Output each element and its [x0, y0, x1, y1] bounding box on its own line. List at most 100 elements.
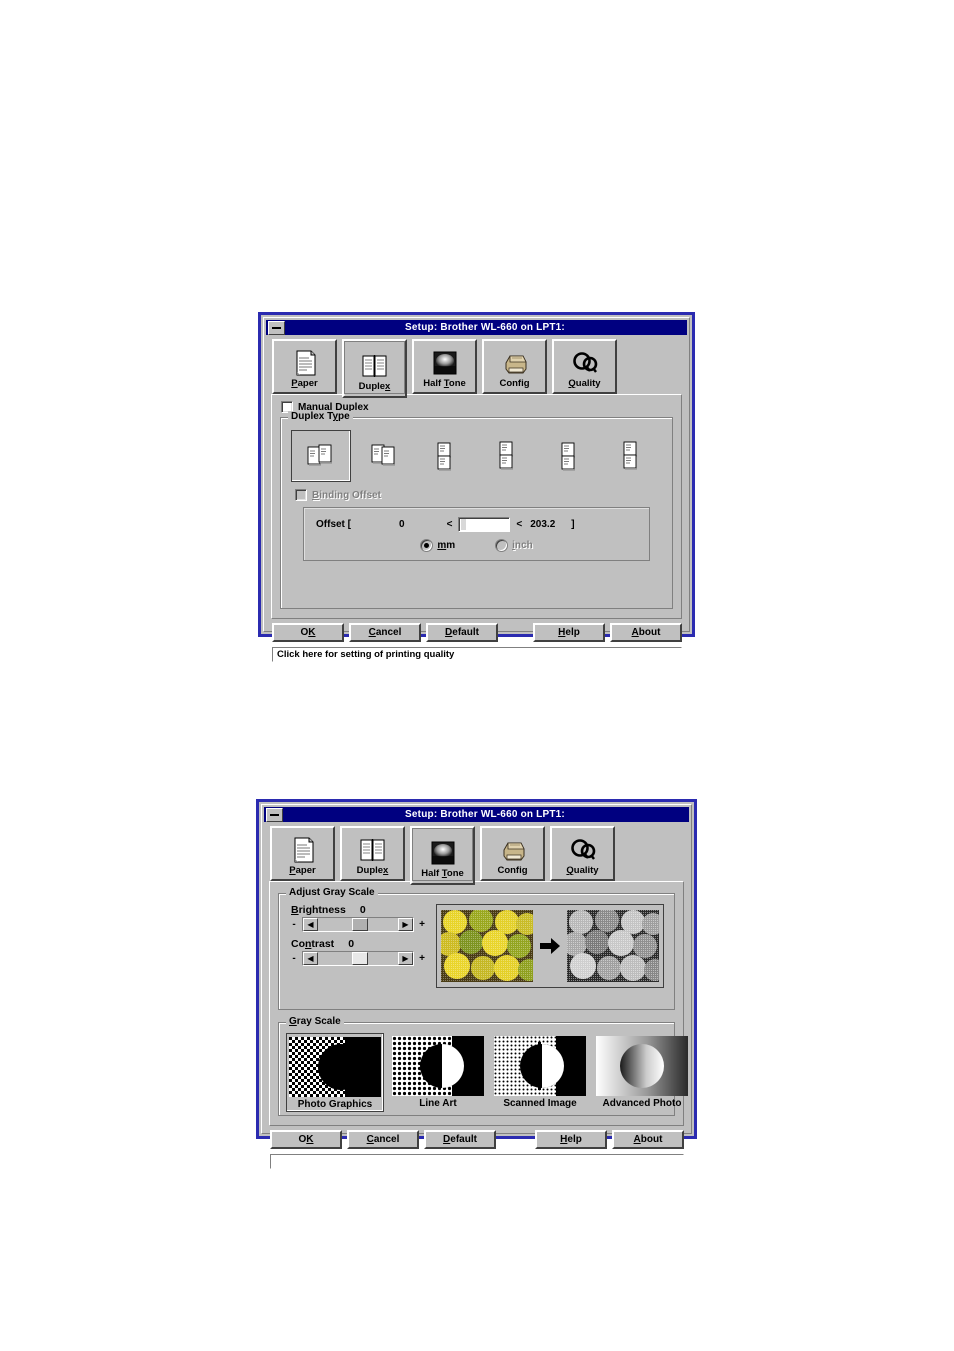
cancel-button[interactable]: Cancel [349, 623, 421, 642]
titlebar: Setup: Brother WL-660 on LPT1: [266, 320, 687, 335]
tab-strip: Paper Duplex Half Tone Config Quality [264, 822, 689, 885]
tab-half-tone[interactable]: Half Tone [412, 339, 477, 394]
gray-scale-swatch-lineart [392, 1036, 484, 1096]
contrast-track[interactable] [318, 952, 398, 965]
gray-scale-preview [436, 904, 664, 988]
tab-half-tone[interactable]: Half Tone [410, 826, 475, 885]
tab-duplex[interactable]: Duplex [340, 826, 405, 881]
printer-icon [505, 355, 527, 374]
window-title: Setup: Brother WL-660 on LPT1: [405, 809, 565, 820]
contrast-left-arrow-icon[interactable]: ◀ [303, 952, 318, 965]
offset-min: 0 [399, 519, 405, 530]
unit-mm-radio-row[interactable]: mm [420, 539, 455, 552]
ok-button[interactable]: OK [270, 1130, 342, 1149]
halftone-setup-window: Setup: Brother WL-660 on LPT1: Paper Dup… [256, 799, 697, 1169]
tab-config[interactable]: Config [480, 826, 545, 881]
default-button[interactable]: Default [426, 623, 498, 642]
tab-label: Config [499, 378, 530, 389]
tab-label: Half Tone [423, 378, 466, 389]
unit-mm-radio[interactable] [420, 539, 434, 552]
default-button[interactable]: Default [424, 1130, 496, 1149]
ok-button[interactable]: OK [272, 623, 344, 642]
contrast-slider[interactable]: ◀ ▶ [302, 951, 414, 966]
binding-offset-checkbox[interactable] [295, 489, 307, 501]
duplex-sample-icon [371, 444, 395, 466]
brightness-right-arrow-icon[interactable]: ▶ [398, 918, 413, 931]
contrast-value: 0 [348, 938, 355, 950]
brightness-thumb[interactable] [352, 918, 368, 931]
help-button[interactable]: Help [535, 1130, 607, 1149]
duplex-type-option-flip-long-edge-left[interactable] [291, 429, 351, 482]
unit-inch-radio-row[interactable]: inch [495, 539, 533, 552]
tab-paper[interactable]: Paper [272, 339, 337, 394]
duplex-book-icon [360, 839, 384, 861]
duplex-type-option-flip-short-edge-top-a[interactable] [413, 428, 475, 483]
duplex-type-option-flip-long-edge-right[interactable] [351, 428, 413, 483]
right-arrow-icon [540, 938, 560, 954]
contrast-slider-row[interactable]: - ◀ ▶ + [291, 951, 428, 966]
gray-scale-options: Photo Graphics Line Art Scanned Image Ad… [284, 1031, 688, 1112]
duplex-type-option-flip-short-edge-top-b[interactable] [475, 428, 537, 483]
duplex-sample-icon [499, 441, 513, 470]
tab-label: Duplex [358, 381, 391, 392]
unit-mm-label: mm [437, 540, 456, 551]
unit-inch-radio[interactable] [495, 539, 509, 552]
quality-qq-icon [572, 352, 597, 373]
tab-label: Quality [568, 378, 601, 389]
offset-label: Offset [ [316, 519, 351, 530]
halftone-panel: Adjust Gray Scale Brightness 0 - ◀ ▶ + C… [269, 881, 688, 1126]
offset-value-input[interactable] [458, 517, 511, 532]
gray-scale-swatch-advanced [596, 1036, 688, 1096]
tab-inner: Quality [554, 341, 615, 390]
gray-scale-option-scanned-image[interactable]: Scanned Image [492, 1033, 588, 1112]
contrast-thumb[interactable] [352, 952, 368, 965]
help-button[interactable]: Help [533, 623, 605, 642]
tab-quality[interactable]: Quality [550, 826, 615, 881]
tab-config[interactable]: Config [482, 339, 547, 394]
tab-quality[interactable]: Quality [552, 339, 617, 394]
duplex-type-group: Duplex Type Binding Offset Offset [ 0 < [280, 411, 673, 609]
contrast-plus-label: + [419, 953, 425, 964]
tab-label: Duplex [356, 865, 389, 876]
gray-scale-option-photo-graphics[interactable]: Photo Graphics [286, 1033, 384, 1112]
tab-inner: Duplex [342, 828, 403, 877]
duplex-type-option-flip-short-edge-bottom-b[interactable] [599, 428, 661, 483]
contrast-right-arrow-icon[interactable]: ▶ [398, 952, 413, 965]
tab-inner: Paper [272, 828, 333, 877]
duplex-type-option-flip-short-edge-bottom-a[interactable] [537, 428, 599, 483]
offset-max: 203.2 [530, 519, 556, 530]
system-menu-icon[interactable] [268, 320, 285, 335]
tab-paper[interactable]: Paper [270, 826, 335, 881]
gray-scale-option-advanced-photo[interactable]: Advanced Photo [594, 1033, 690, 1112]
gray-scale-option-label: Scanned Image [503, 1098, 577, 1109]
tab-label: Config [497, 865, 528, 876]
adjust-gray-scale-group: Adjust Gray Scale Brightness 0 - ◀ ▶ + C… [278, 887, 675, 1010]
quality-qq-icon [570, 839, 595, 860]
brightness-left-arrow-icon[interactable]: ◀ [303, 918, 318, 931]
tab-label: Half Tone [421, 868, 464, 879]
cancel-button[interactable]: Cancel [347, 1130, 419, 1149]
tab-inner: Quality [552, 828, 613, 877]
status-bar [270, 1154, 684, 1169]
system-menu-icon[interactable] [266, 807, 283, 822]
gray-scale-option-label: Photo Graphics [297, 1099, 373, 1110]
status-bar: Click here for setting of printing quali… [272, 647, 682, 662]
binding-offset-checkbox-row[interactable]: Binding Offset [295, 489, 664, 501]
duplex-sample-icon [307, 444, 332, 466]
tab-inner: Config [482, 828, 543, 877]
button-row: O K Cancel Default Help About [266, 619, 687, 645]
gray-scale-legend: Gray Scale [286, 1016, 344, 1027]
brightness-slider-row[interactable]: - ◀ ▶ + [291, 917, 428, 932]
tab-inner: Config [484, 341, 545, 390]
halftone-icon [431, 841, 454, 865]
brightness-slider[interactable]: ◀ ▶ [302, 917, 414, 932]
tab-label: Paper [291, 378, 318, 389]
duplex-book-icon [362, 355, 386, 377]
tab-duplex[interactable]: Duplex [342, 339, 407, 398]
about-button[interactable]: About [612, 1130, 684, 1149]
gray-scale-option-line-art[interactable]: Line Art [390, 1033, 486, 1112]
document-page: Setup: Brother WL-660 on LPT1: Paper Dup… [0, 0, 954, 1351]
brightness-track[interactable] [318, 918, 398, 931]
halftone-icon [433, 351, 456, 375]
about-button[interactable]: About [610, 623, 682, 642]
